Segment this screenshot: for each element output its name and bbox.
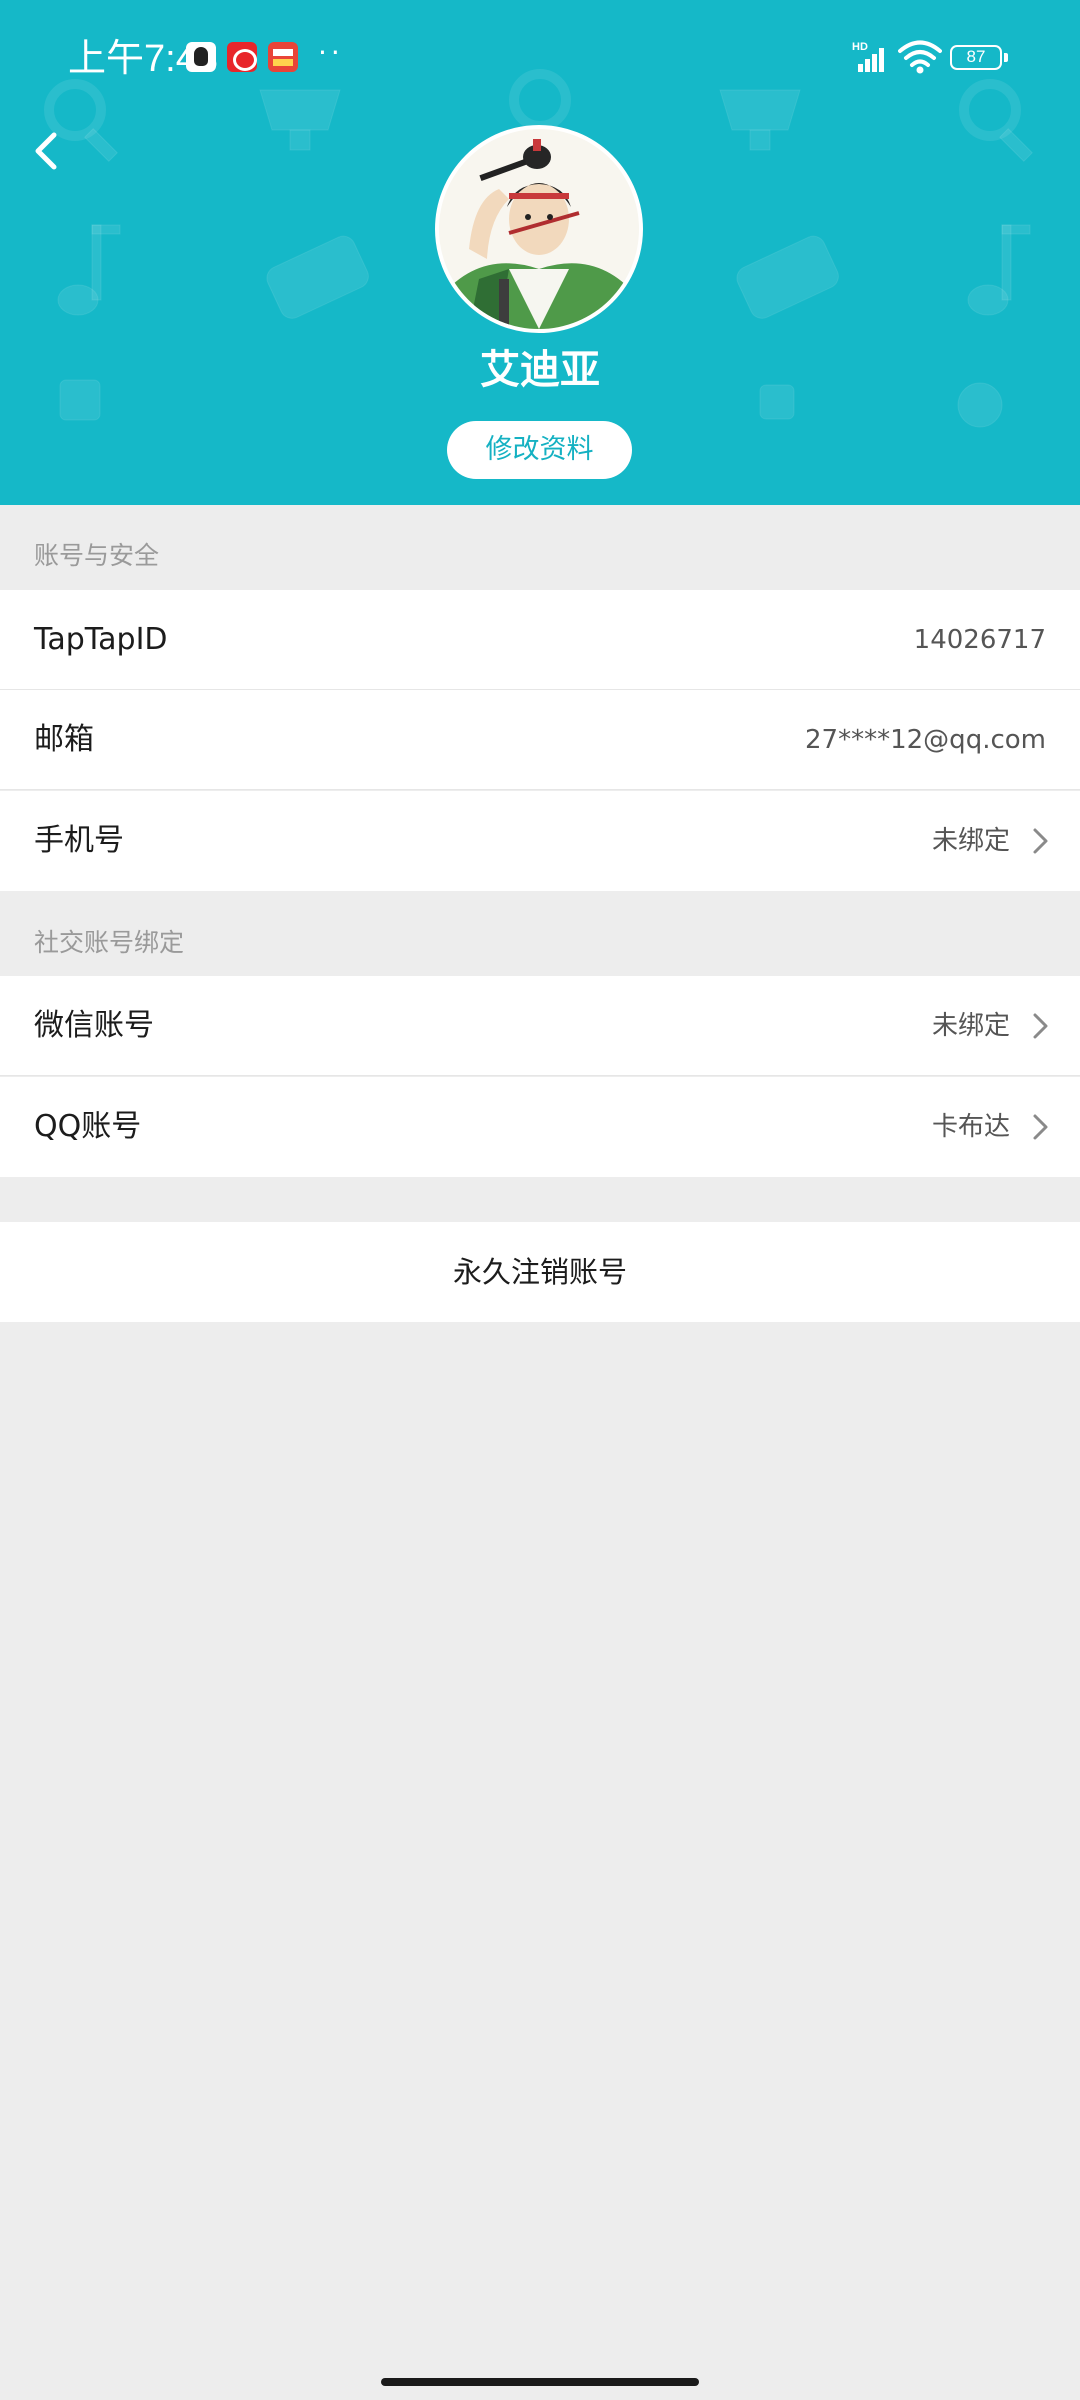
row-taptap-id: TapTapID 14026717: [0, 590, 1080, 690]
qq-notification-icon: [186, 42, 216, 72]
row-phone[interactable]: 手机号 未绑定: [0, 791, 1080, 891]
row-email: 邮箱 27****12@qq.com: [0, 690, 1080, 790]
row-value-wechat: 未绑定: [931, 1011, 1010, 1041]
username: 艾迪亚: [480, 347, 600, 393]
section-label-social-binding: 社交账号绑定: [34, 928, 185, 957]
row-label-qq: QQ账号: [34, 1109, 142, 1144]
more-notifications-indicator: ··: [318, 36, 344, 69]
home-indicator[interactable]: [381, 2378, 699, 2386]
signal-icon: HD: [852, 41, 884, 72]
back-button[interactable]: [22, 118, 92, 188]
row-label-phone: 手机号: [34, 823, 124, 858]
network-type-label: HD: [852, 41, 868, 53]
chevron-left-icon: [35, 132, 57, 170]
row-wechat[interactable]: 微信账号 未绑定: [0, 976, 1080, 1076]
chevron-right-icon: [1033, 1013, 1048, 1039]
profile-header: 上午7:48 ·· HD 87 艾迪亚 修改资料: [0, 0, 1080, 505]
row-value-phone: 未绑定: [931, 826, 1010, 856]
row-value-taptap-id: 14026717: [913, 625, 1046, 655]
news-notification-icon: [268, 42, 298, 72]
row-qq[interactable]: QQ账号 卡布达: [0, 1077, 1080, 1177]
battery-level: 87: [966, 47, 986, 66]
app-notification-icon: [227, 42, 257, 72]
wifi-icon: [898, 40, 942, 74]
row-label-wechat: 微信账号: [34, 1008, 154, 1043]
avatar[interactable]: [435, 125, 643, 333]
chevron-right-icon: [1033, 828, 1048, 854]
section-label-account-security: 账号与安全: [34, 541, 160, 570]
delete-account-button[interactable]: 永久注销账号: [0, 1222, 1080, 1322]
battery-icon: 87: [950, 45, 1008, 70]
status-bar: 上午7:48 ·· HD 87: [0, 0, 1080, 110]
row-value-qq: 卡布达: [931, 1112, 1010, 1142]
row-divider: [0, 788, 1080, 790]
edit-profile-button[interactable]: 修改资料: [447, 421, 632, 479]
row-label-email: 邮箱: [34, 722, 94, 757]
row-divider: [0, 1074, 1080, 1076]
row-label-taptap-id: TapTapID: [34, 622, 168, 657]
chevron-right-icon: [1033, 1114, 1048, 1140]
row-value-email: 27****12@qq.com: [805, 725, 1046, 755]
avatar-illustration: [439, 129, 639, 329]
